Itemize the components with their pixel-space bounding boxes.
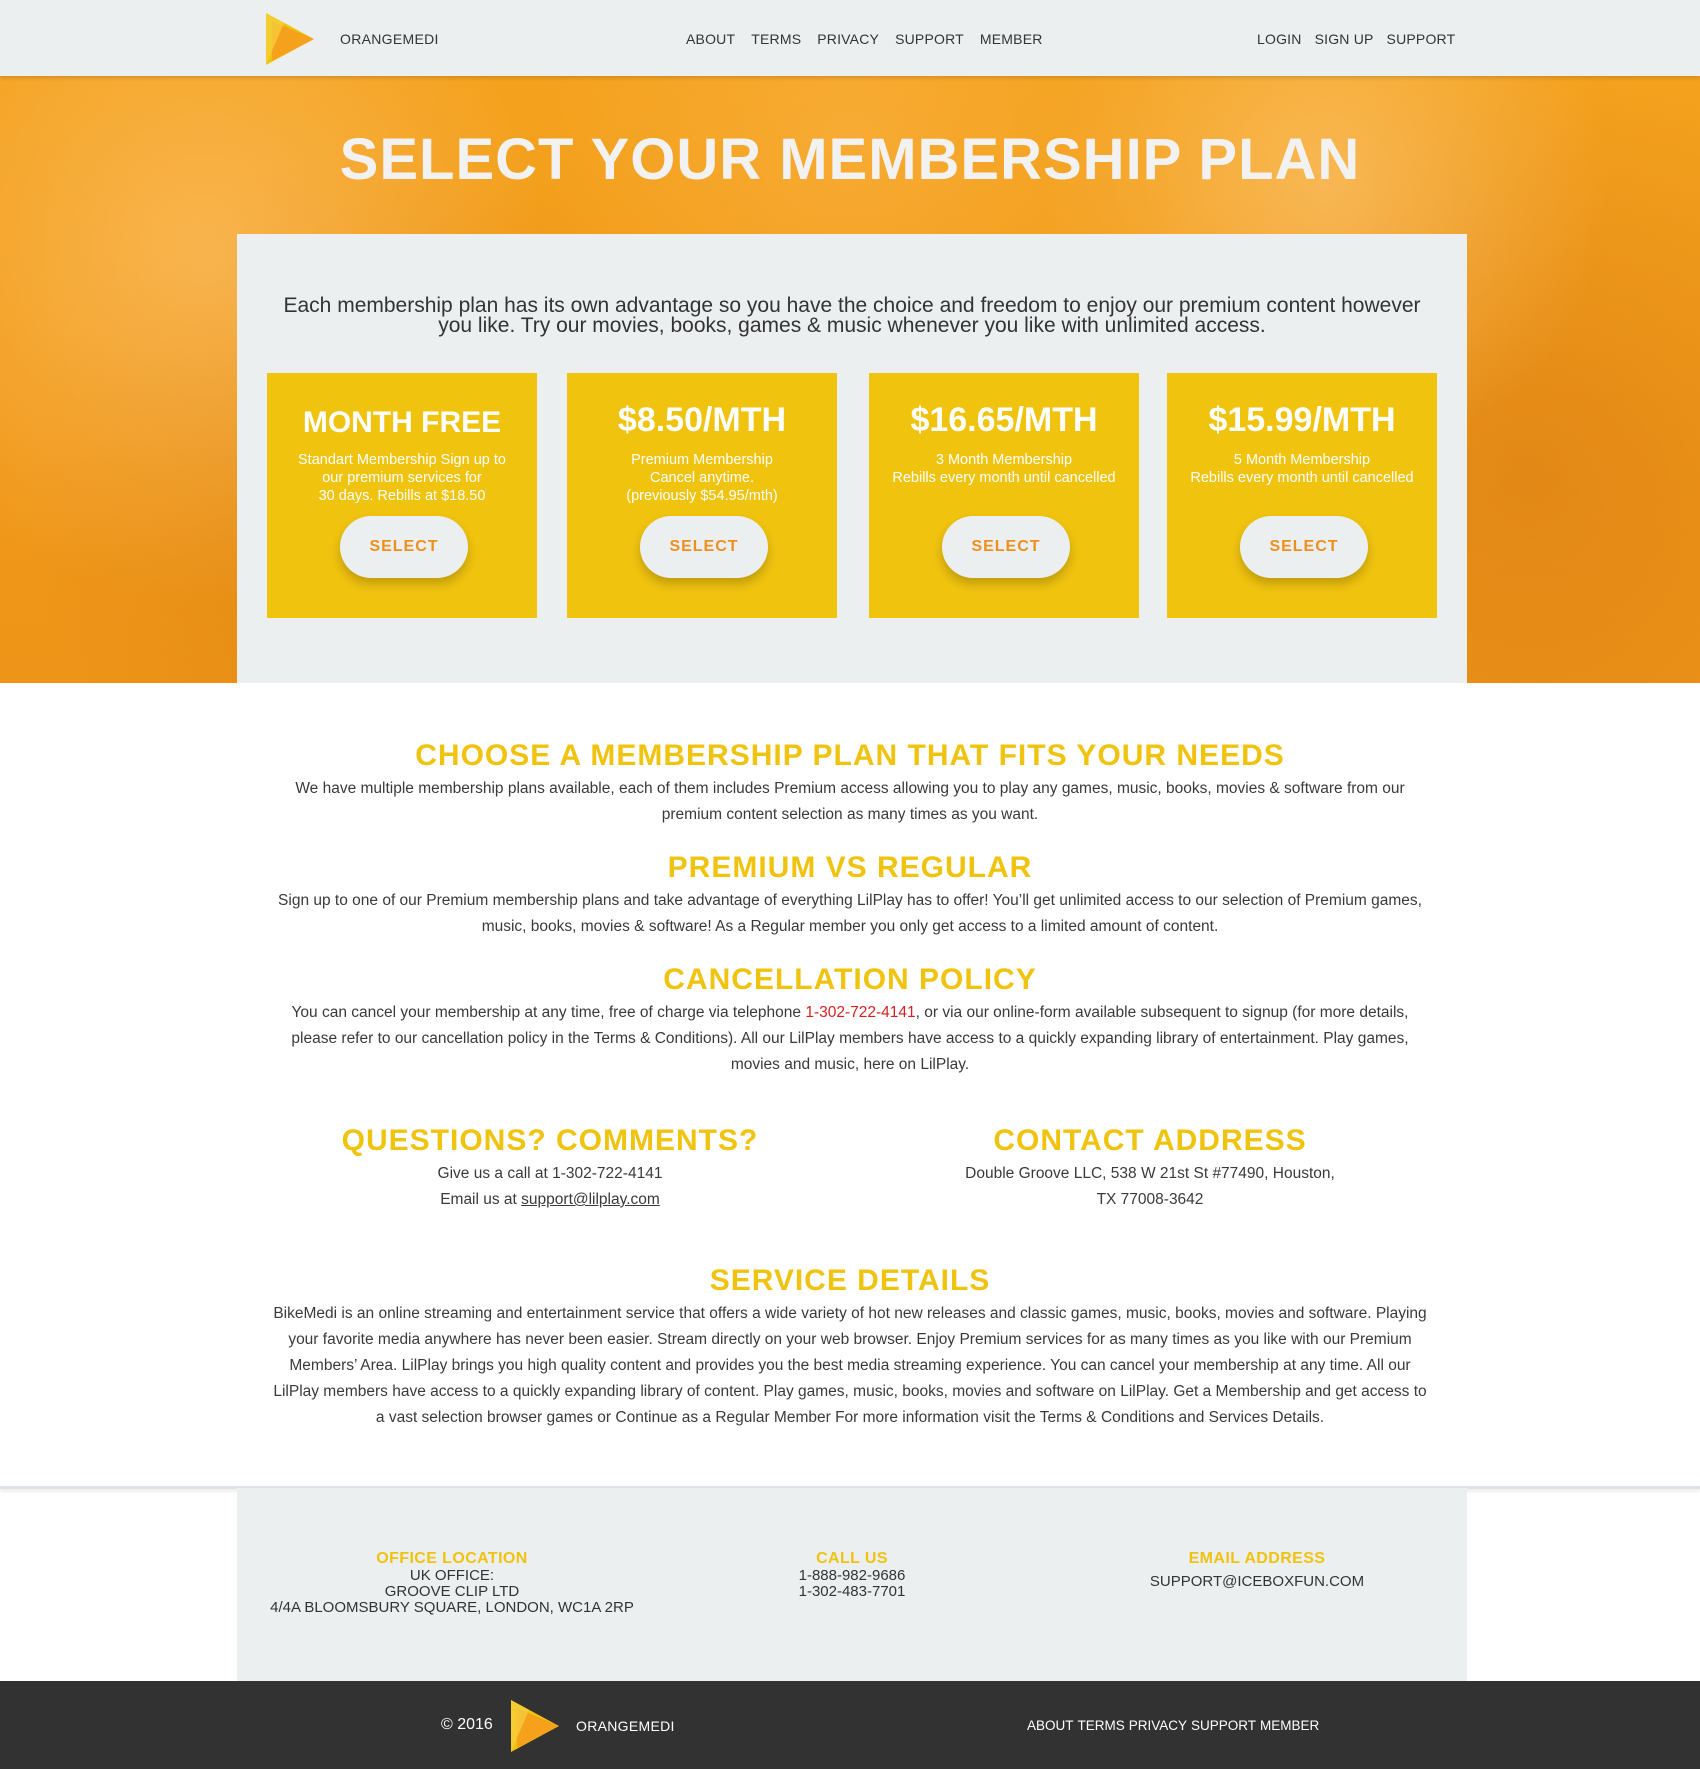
copyright-text: © 2016: [441, 1716, 493, 1733]
footer-terms-link[interactable]: TERMS: [1078, 1718, 1125, 1733]
address-line: TX 77008-3642: [1096, 1191, 1204, 1208]
call-line: Give us a call at 1-302-722-4141: [437, 1165, 663, 1182]
office-line: UK OFFICE:: [409, 1567, 495, 1584]
cancellation-policy-section: CANCELLATION POLICY You can cancel your …: [270, 962, 1430, 1078]
select-plan-button[interactable]: SELECT: [640, 516, 768, 578]
account-nav: LOGIN SIGN UP SUPPORT: [1257, 31, 1455, 47]
main-nav: ABOUT TERMS PRIVACY SUPPORT MEMBER: [686, 31, 1043, 47]
address-line: Double Groove LLC, 538 W 21st St #77490,…: [965, 1165, 1335, 1182]
premium-vs-regular-section: PREMIUM VS REGULAR Sign up to one of our…: [270, 850, 1430, 940]
plan-card-month-free: MONTH FREE Standart Membership Sign up t…: [267, 373, 537, 618]
email-address-title: EMAIL ADDRESS: [1188, 1550, 1326, 1567]
plan-card-5-month: $15.99/MTH 5 Month Membership Rebills ev…: [1167, 373, 1437, 618]
nav-privacy-link[interactable]: PRIVACY: [817, 31, 879, 47]
plan-description: 3 Month Membership Rebills every month u…: [892, 452, 1116, 486]
support-link[interactable]: SUPPORT: [1387, 31, 1456, 47]
login-link[interactable]: LOGIN: [1257, 31, 1302, 47]
section-title: CHOOSE A MEMBERSHIP PLAN THAT FITS YOUR …: [415, 739, 1285, 772]
office-location-title: OFFICE LOCATION: [376, 1550, 528, 1567]
plan-price: $15.99/MTH: [1208, 401, 1396, 439]
signup-link[interactable]: SIGN UP: [1315, 31, 1374, 47]
footer-member-link[interactable]: MEMBER: [1260, 1718, 1319, 1733]
nav-terms-link[interactable]: TERMS: [751, 31, 801, 47]
footer-about-link[interactable]: ABOUT: [1027, 1718, 1074, 1733]
footer-brand-name[interactable]: ORANGEMEDI: [576, 1718, 675, 1734]
section-body: You can cancel your membership at any ti…: [270, 1000, 1430, 1078]
phone-number[interactable]: 1-888-982-9686: [677, 1568, 1027, 1584]
section-body: Sign up to one of our Premium membership…: [278, 892, 1422, 935]
plan-price: MONTH FREE: [302, 406, 502, 439]
brand-name[interactable]: ORANGEMEDI: [340, 31, 439, 47]
section-body: We have multiple membership plans availa…: [295, 780, 1405, 823]
call-us-block: CALL US 1-888-982-9686 1-302-483-7701: [677, 1550, 1027, 1600]
email-line: Email us at support@lilplay.com: [300, 1187, 800, 1213]
select-plan-button[interactable]: SELECT: [1240, 516, 1368, 578]
bottom-bar: © 2016 ORANGEMEDI ABOUT TERMS PRIVACY SU…: [0, 1681, 1700, 1769]
play-logo-icon[interactable]: [264, 11, 316, 67]
cancel-phone-link[interactable]: 1-302-722-4141: [805, 1004, 915, 1021]
cancel-text-before: You can cancel your membership at any ti…: [291, 1004, 806, 1021]
support-email-link[interactable]: support@lilplay.com: [521, 1191, 660, 1208]
section-title: CONTACT ADDRESS: [993, 1124, 1307, 1157]
call-us-title: CALL US: [816, 1550, 888, 1567]
questions-section: QUESTIONS? COMMENTS? Give us a call at 1…: [300, 1123, 800, 1213]
section-title: PREMIUM VS REGULAR: [667, 851, 1033, 884]
email-prefix: Email us at: [440, 1191, 522, 1208]
choose-plan-section: CHOOSE A MEMBERSHIP PLAN THAT FITS YOUR …: [270, 738, 1430, 828]
footer-email-link[interactable]: SUPPORT@ICEBOXFUN.COM: [1057, 1574, 1457, 1590]
hero-section: SELECT YOUR MEMBERSHIP PLAN Each members…: [0, 76, 1700, 683]
plan-description: Standart Membership Sign up to our premi…: [298, 452, 506, 504]
contact-address-section: CONTACT ADDRESS Double Groove LLC, 538 W…: [900, 1123, 1400, 1213]
plan-price: $16.65/MTH: [910, 401, 1098, 439]
email-address-block: EMAIL ADDRESS SUPPORT@ICEBOXFUN.COM: [1057, 1550, 1457, 1590]
footer-support-link[interactable]: SUPPORT: [1191, 1718, 1256, 1733]
office-line: 4/4A BLOOMSBURY SQUARE, LONDON, WC1A 2RP: [270, 1599, 634, 1616]
plan-card-premium: $8.50/MTH Premium Membership Cancel anyt…: [567, 373, 837, 618]
footer-nav: ABOUT TERMS PRIVACY SUPPORT MEMBER: [1027, 1718, 1319, 1733]
plans-intro: Each membership plan has its own advanta…: [283, 294, 1421, 337]
section-title: QUESTIONS? COMMENTS?: [341, 1124, 759, 1157]
section-body: BikeMedi is an online streaming and ente…: [273, 1305, 1427, 1426]
office-location-block: OFFICE LOCATION UK OFFICE: GROOVE CLIP L…: [237, 1550, 667, 1616]
footer-info: OFFICE LOCATION UK OFFICE: GROOVE CLIP L…: [237, 1488, 1467, 1681]
plan-description: 5 Month Membership Rebills every month u…: [1190, 452, 1414, 486]
nav-support-link[interactable]: SUPPORT: [895, 31, 964, 47]
hero-title: SELECT YOUR MEMBERSHIP PLAN: [339, 127, 1361, 192]
nav-about-link[interactable]: ABOUT: [686, 31, 735, 47]
plan-description: Premium Membership Cancel anytime. (prev…: [626, 452, 778, 504]
footer-privacy-link[interactable]: PRIVACY: [1129, 1718, 1187, 1733]
select-plan-button[interactable]: SELECT: [942, 516, 1070, 578]
play-logo-icon[interactable]: [509, 1698, 561, 1754]
plan-price: $8.50/MTH: [617, 401, 787, 439]
section-title: SERVICE DETAILS: [709, 1264, 991, 1297]
select-plan-button[interactable]: SELECT: [340, 516, 468, 578]
plan-card-3-month: $16.65/MTH 3 Month Membership Rebills ev…: [869, 373, 1139, 618]
plans-panel: Each membership plan has its own advanta…: [237, 234, 1467, 683]
nav-member-link[interactable]: MEMBER: [980, 31, 1043, 47]
office-line: GROOVE CLIP LTD: [384, 1583, 520, 1600]
section-title: CANCELLATION POLICY: [663, 963, 1037, 996]
service-details-section: SERVICE DETAILS BikeMedi is an online st…: [270, 1263, 1430, 1431]
phone-number[interactable]: 1-302-483-7701: [677, 1584, 1027, 1600]
site-header: ORANGEMEDI ABOUT TERMS PRIVACY SUPPORT M…: [0, 0, 1700, 76]
